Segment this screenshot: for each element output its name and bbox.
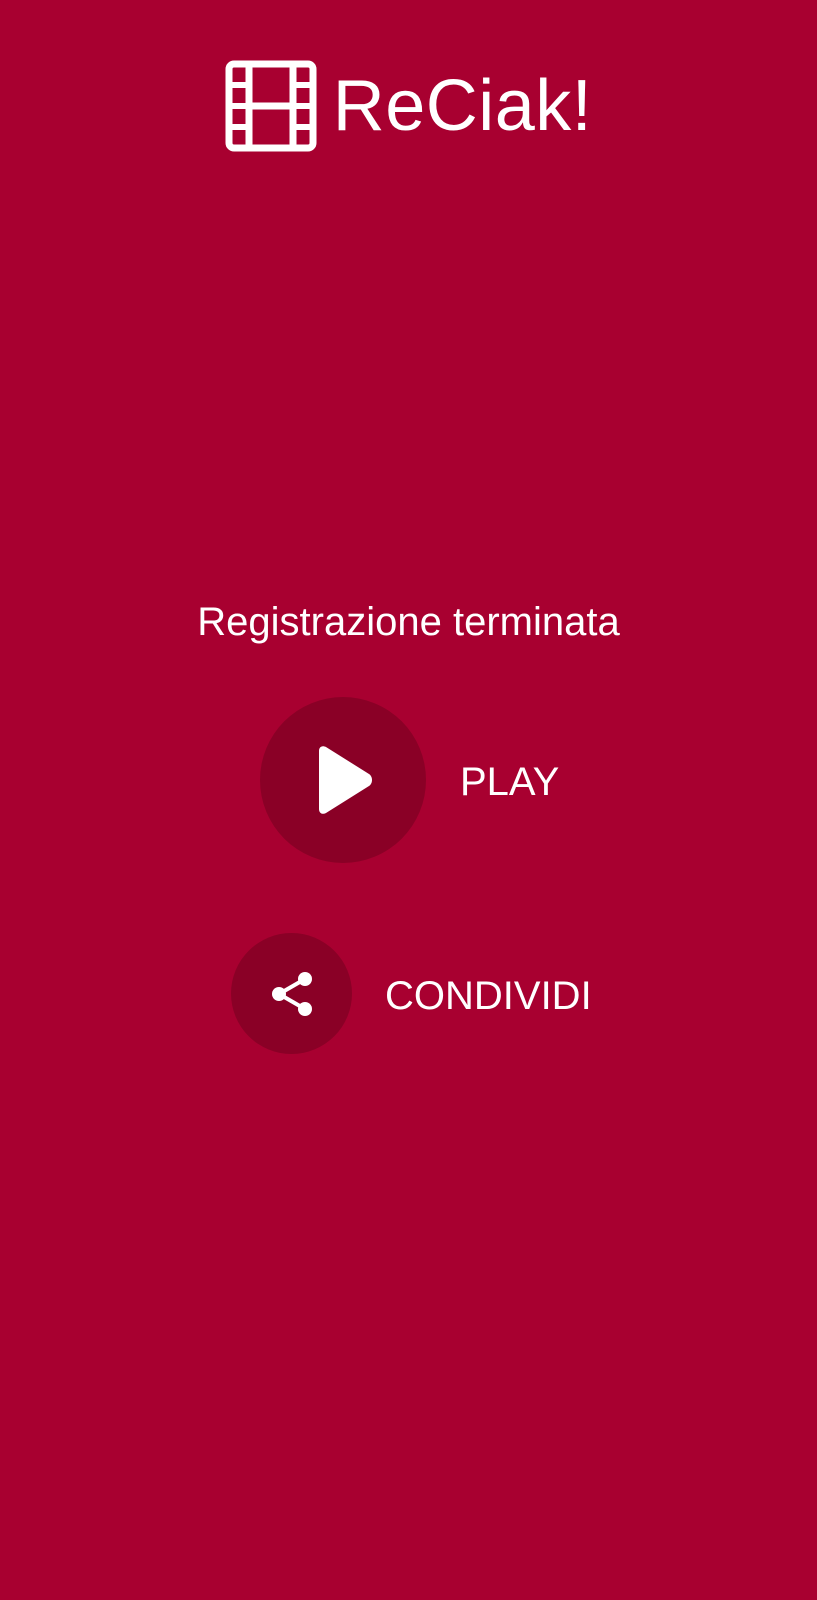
share-button[interactable] — [231, 933, 352, 1054]
share-action[interactable]: CONDIVIDI — [231, 933, 592, 1054]
status-message: Registrazione terminata — [197, 600, 620, 644]
play-icon — [319, 746, 372, 814]
play-action[interactable]: PLAY — [260, 697, 559, 863]
app-title: ReCiak! — [332, 66, 593, 146]
share-icon — [271, 971, 312, 1016]
film-strip-icon — [225, 60, 317, 152]
play-label[interactable]: PLAY — [460, 758, 559, 806]
app-header: ReCiak! — [0, 58, 817, 154]
share-label[interactable]: CONDIVIDI — [385, 972, 592, 1020]
play-button[interactable] — [260, 697, 426, 863]
